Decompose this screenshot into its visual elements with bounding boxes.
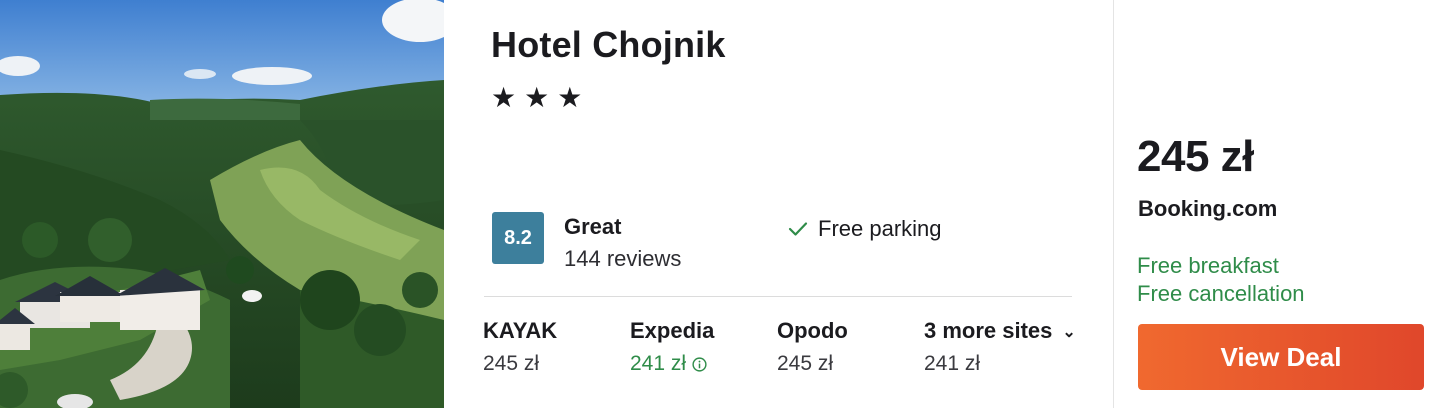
chevron-down-icon[interactable]: ⌄ bbox=[1062, 322, 1075, 342]
site-price: 245 zł bbox=[483, 352, 557, 376]
site-price-value: 245 zł bbox=[483, 352, 540, 375]
hotel-photo[interactable] bbox=[0, 0, 444, 408]
site-more-sites[interactable]: 3 more sites ⌄ 241 zł bbox=[924, 318, 1076, 376]
site-price-value: 241 zł bbox=[630, 352, 687, 375]
amenity-label: Free parking bbox=[818, 216, 942, 241]
site-name: Expedia bbox=[630, 318, 715, 343]
site-price: 241 zł bbox=[630, 352, 714, 376]
site-price-value: 245 zł bbox=[777, 352, 834, 375]
deal-provider[interactable]: Booking.com bbox=[1138, 196, 1277, 222]
hotel-name[interactable]: Hotel Chojnik bbox=[491, 24, 726, 66]
hotel-result-card: Hotel Chojnik ★ ★ ★ 8.2 Great 144 review… bbox=[0, 0, 1436, 408]
star-icon: ★ bbox=[491, 82, 517, 113]
site-opodo[interactable]: Opodo 245 zł bbox=[777, 318, 848, 376]
site-price: 245 zł bbox=[777, 352, 848, 376]
review-count[interactable]: 144 reviews bbox=[564, 246, 681, 272]
site-price: 241 zł bbox=[924, 352, 1076, 376]
more-sites-label: 3 more sites bbox=[924, 318, 1053, 343]
site-name: 3 more sites ⌄ bbox=[924, 318, 1076, 344]
view-deal-button[interactable]: View Deal bbox=[1138, 324, 1424, 390]
hotel-photo-image bbox=[0, 0, 444, 408]
perk-free-cancellation: Free cancellation bbox=[1137, 281, 1305, 306]
site-expedia[interactable]: Expedia 241 zł bbox=[630, 318, 714, 376]
rating-label: Great bbox=[564, 214, 622, 239]
star-icon: ★ bbox=[557, 82, 583, 113]
column-separator bbox=[1113, 0, 1114, 408]
amenity-free-parking: Free parking bbox=[788, 216, 942, 242]
site-name: Opodo bbox=[777, 318, 848, 343]
check-icon bbox=[788, 221, 808, 237]
star-rating: ★ ★ ★ bbox=[491, 82, 582, 114]
divider bbox=[484, 296, 1072, 297]
site-name: KAYAK bbox=[483, 318, 558, 343]
deal-price[interactable]: 245 zł bbox=[1137, 132, 1254, 182]
info-icon[interactable] bbox=[692, 356, 707, 372]
site-price-value: 241 zł bbox=[924, 352, 981, 375]
perk-free-breakfast: Free breakfast bbox=[1137, 253, 1279, 278]
site-kayak[interactable]: KAYAK 245 zł bbox=[483, 318, 557, 376]
review-score-badge[interactable]: 8.2 bbox=[492, 212, 544, 264]
star-icon: ★ bbox=[524, 82, 550, 113]
